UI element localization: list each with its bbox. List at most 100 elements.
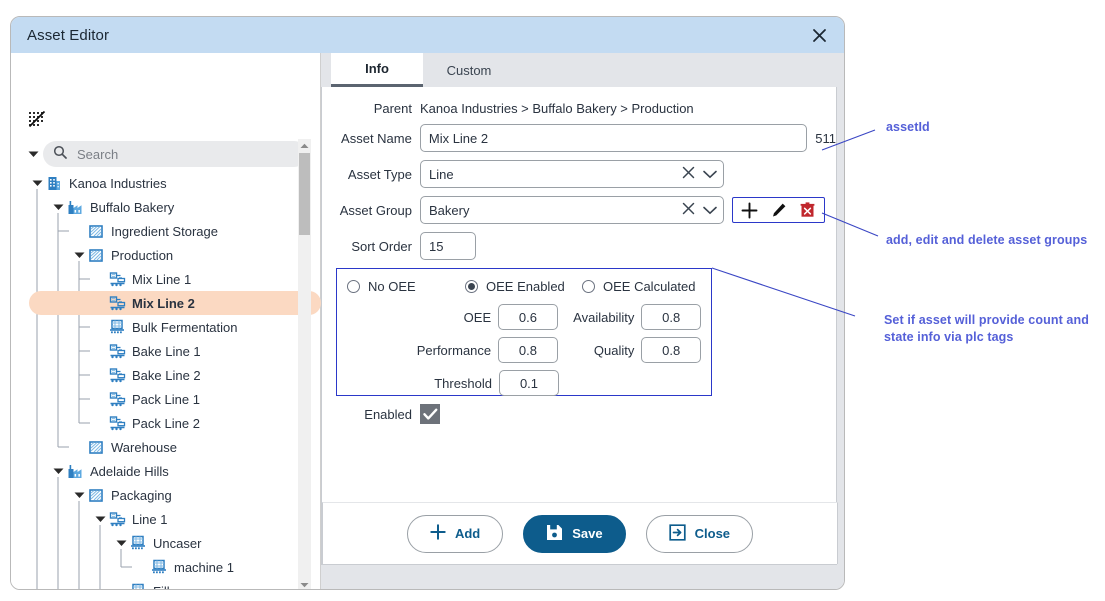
- caret-down-icon[interactable]: [92, 507, 108, 531]
- save-button[interactable]: Save: [523, 514, 626, 553]
- tree-item[interactable]: Mix Line 1: [29, 267, 321, 291]
- scroll-down-arrow[interactable]: [298, 578, 311, 589]
- tree-item-label: Pack Line 2: [132, 415, 200, 431]
- tree-item[interactable]: Bake Line 2: [29, 363, 321, 387]
- area-icon: [87, 438, 105, 456]
- tree-scroll-area[interactable]: Kanoa Industries Buffalo Bakery Ingredient…: [11, 171, 321, 589]
- tree-item[interactable]: Uncaser: [29, 531, 321, 555]
- machine-icon: [129, 582, 147, 589]
- parent-path: Kanoa Industries > Buffalo Bakery > Prod…: [420, 101, 694, 116]
- parent-row: Parent Kanoa Industries > Buffalo Bakery…: [322, 101, 836, 116]
- enabled-checkbox[interactable]: [420, 404, 440, 424]
- tree-search-row: [25, 141, 307, 167]
- dialog-body: Kanoa Industries Buffalo Bakery Ingredient…: [11, 53, 844, 589]
- add-button-label: Add: [454, 526, 481, 541]
- chevron-down-icon[interactable]: [703, 203, 717, 218]
- oee-row-3: Threshold 0.1: [347, 370, 701, 396]
- sort-order-label: Sort Order: [351, 238, 412, 254]
- tab-info[interactable]: Info: [331, 53, 423, 87]
- collapse-all-icon[interactable]: [27, 109, 47, 129]
- floppy-disk-icon: [546, 524, 563, 544]
- plus-icon[interactable]: [735, 198, 764, 222]
- quality-input[interactable]: 0.8: [641, 337, 701, 363]
- performance-input[interactable]: 0.8: [498, 337, 558, 363]
- caret-down-icon[interactable]: [25, 150, 41, 158]
- tree-item[interactable]: Filler: [29, 579, 321, 589]
- tree-item[interactable]: Bulk Fermentation: [29, 315, 321, 339]
- tree-item-label: Bulk Fermentation: [132, 319, 238, 335]
- tree-item[interactable]: Buffalo Bakery: [29, 195, 321, 219]
- dialog-titlebar: Asset Editor: [11, 17, 844, 53]
- tree-item[interactable]: Packaging: [29, 483, 321, 507]
- scrollbar-thumb[interactable]: [299, 153, 310, 235]
- pencil-icon[interactable]: [764, 198, 793, 222]
- chevron-down-icon[interactable]: [703, 167, 717, 182]
- tree-item-label: machine 1: [174, 559, 234, 575]
- close-icon[interactable]: [808, 24, 830, 46]
- tree-item[interactable]: Pack Line 1: [29, 387, 321, 411]
- caret-down-icon[interactable]: [50, 459, 66, 483]
- radio-no-oee[interactable]: No OEE: [347, 279, 465, 294]
- tree-item[interactable]: Adelaide Hills: [29, 459, 321, 483]
- tree-item[interactable]: machine 1: [29, 555, 321, 579]
- tab-bar: Info Custom: [321, 53, 844, 87]
- tree-item[interactable]: Ingredient Storage: [29, 219, 321, 243]
- tab-custom[interactable]: Custom: [423, 53, 515, 87]
- radio-oee-calculated-label: OEE Calculated: [603, 279, 696, 294]
- tree-item[interactable]: Line 1: [29, 507, 321, 531]
- search-box[interactable]: [43, 141, 307, 167]
- oee-input[interactable]: 0.6: [498, 304, 558, 330]
- asset-group-value: Bakery: [429, 202, 470, 218]
- trash-icon[interactable]: [793, 198, 822, 222]
- threshold-input[interactable]: 0.1: [499, 370, 559, 396]
- tree-item[interactable]: Mix Line 2: [29, 291, 321, 315]
- tree-scrollbar[interactable]: [298, 139, 311, 589]
- asset-tree: Kanoa Industries Buffalo Bakery Ingredient…: [11, 171, 321, 589]
- caret-down-icon[interactable]: [71, 243, 87, 267]
- caret-down-icon[interactable]: [71, 483, 87, 507]
- sort-order-input[interactable]: 15: [420, 232, 476, 260]
- caret-down-icon[interactable]: [50, 195, 66, 219]
- tree-item[interactable]: Warehouse: [29, 435, 321, 459]
- tree-item[interactable]: Kanoa Industries: [29, 171, 321, 195]
- tree-item-label: Ingredient Storage: [111, 223, 218, 239]
- clear-x-icon[interactable]: [682, 166, 695, 182]
- asset-name-input[interactable]: Mix Line 2: [419, 124, 808, 152]
- annotation-assetid: assetId: [886, 120, 930, 134]
- asset-editor-dialog: Asset Editor Search Kanoa Industries Buf…: [10, 16, 845, 590]
- annotation-oee-plc-tags: Set if asset will provide count and stat…: [884, 313, 1089, 344]
- plus-icon: [430, 524, 446, 543]
- caret-down-icon[interactable]: [29, 171, 45, 195]
- radio-circle-icon: [347, 280, 360, 293]
- tree-item[interactable]: Bake Line 1: [29, 339, 321, 363]
- availability-input[interactable]: 0.8: [641, 304, 701, 330]
- radio-oee-calculated[interactable]: OEE Calculated: [582, 279, 696, 294]
- asset-name-label: Asset Name: [341, 130, 412, 146]
- close-button[interactable]: Close: [645, 514, 754, 553]
- enabled-row: Enabled: [322, 404, 836, 424]
- enterprise-icon: [45, 174, 63, 192]
- radio-oee-enabled[interactable]: OEE Enabled: [465, 279, 582, 294]
- add-button[interactable]: Add: [406, 514, 504, 553]
- line-icon: [108, 390, 126, 408]
- asset-type-select[interactable]: Line: [420, 160, 724, 188]
- caret-down-icon[interactable]: [113, 531, 129, 555]
- radio-circle-icon: [465, 280, 478, 293]
- parent-label: Parent: [373, 101, 412, 116]
- info-tab-panel: Parent Kanoa Industries > Buffalo Bakery…: [321, 87, 838, 565]
- clear-x-icon[interactable]: [682, 202, 695, 218]
- asset-group-select[interactable]: Bakery: [420, 196, 724, 224]
- asset-form-pane: Info Custom Parent Kanoa Industries > Bu…: [321, 53, 844, 589]
- search-input[interactable]: [75, 145, 297, 163]
- tree-item[interactable]: Pack Line 2: [29, 411, 321, 435]
- dialog-title: Asset Editor: [27, 26, 110, 44]
- tree-item[interactable]: Production: [29, 243, 321, 267]
- tree-item-label: Uncaser: [153, 535, 202, 551]
- scroll-up-arrow[interactable]: [298, 139, 311, 152]
